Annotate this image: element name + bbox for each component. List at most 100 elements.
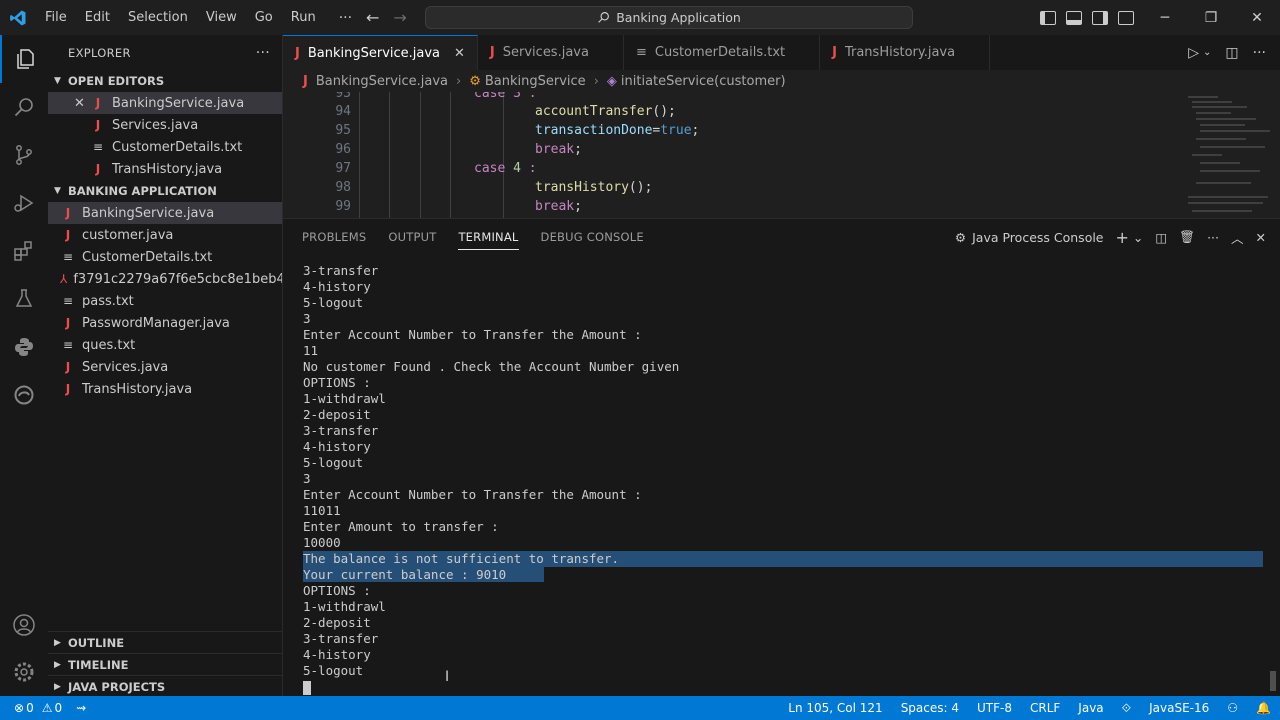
python-icon[interactable] bbox=[0, 323, 48, 371]
terminal-line: Enter Account Number to Transfer the Amo… bbox=[303, 487, 642, 502]
code-line[interactable]: 99 break; bbox=[283, 197, 1173, 216]
outline-section[interactable]: ▶ OUTLINE bbox=[48, 631, 283, 654]
java-file-icon: J bbox=[489, 45, 495, 60]
debug-icon[interactable]: ⇝ bbox=[76, 701, 86, 715]
file-tree-item[interactable]: J TransHistory.java bbox=[48, 378, 282, 400]
warning-icon[interactable]: ⚠ bbox=[42, 701, 53, 715]
error-count[interactable]: 0 bbox=[26, 701, 34, 715]
panel-tab-problems[interactable]: PROBLEMS bbox=[302, 219, 366, 255]
file-tree-item[interactable]: J BankingService.java bbox=[48, 202, 282, 224]
explorer-more-icon[interactable]: ··· bbox=[256, 45, 270, 61]
code-line[interactable]: 95 transactionDone=true; bbox=[283, 121, 1173, 140]
menu-selection[interactable]: Selection bbox=[119, 0, 197, 35]
error-icon[interactable]: ⊗ bbox=[14, 701, 24, 715]
tab-transhistory-java[interactable]: J TransHistory.java bbox=[820, 35, 991, 70]
menu-go[interactable]: Go bbox=[246, 0, 282, 35]
terminal-line: Your current balance : 9010 bbox=[303, 567, 1263, 583]
tab-services-java[interactable]: J Services.java bbox=[478, 35, 624, 70]
java-projects-section[interactable]: ▶ JAVA PROJECTS bbox=[48, 675, 283, 698]
terminal-scrollbar[interactable] bbox=[1270, 671, 1276, 691]
file-tree-item[interactable]: J Services.java bbox=[48, 356, 282, 378]
file-tree-item[interactable]: ≡ ques.txt bbox=[48, 334, 282, 356]
split-terminal-icon[interactable]: ◫ bbox=[1155, 230, 1167, 245]
java-file-icon: J bbox=[65, 228, 71, 242]
explorer-icon[interactable] bbox=[0, 35, 48, 83]
timeline-section[interactable]: ▶ TIMELINE bbox=[48, 653, 283, 676]
terminal-output[interactable]: 3-transfer 4-history 5-logout 3 Enter Accoun… bbox=[303, 263, 1263, 695]
open-editor-item[interactable]: J Services.java bbox=[48, 114, 282, 136]
command-center[interactable]: Banking Application bbox=[425, 6, 913, 29]
testing-flask-icon[interactable] bbox=[0, 275, 48, 323]
more-actions-icon[interactable]: ··· bbox=[1253, 45, 1266, 61]
account-icon[interactable] bbox=[0, 601, 48, 649]
cursor-position[interactable]: Ln 105, Col 121 bbox=[779, 701, 891, 715]
more-actions-icon[interactable]: ··· bbox=[1207, 230, 1219, 245]
warning-count[interactable]: 0 bbox=[54, 701, 62, 715]
chevron-down-icon[interactable]: ⌄ bbox=[1203, 47, 1211, 58]
panel-tab-output[interactable]: OUTPUT bbox=[388, 219, 436, 255]
tab-customerdetails-txt[interactable]: ≡ CustomerDetails.txt bbox=[624, 35, 821, 70]
breadcrumb-class[interactable]: BankingService bbox=[485, 74, 586, 89]
jdk-version[interactable]: JavaSE-16 bbox=[1140, 701, 1218, 715]
toggle-panel-icon[interactable] bbox=[1066, 10, 1082, 25]
menu-more-icon[interactable]: ··· bbox=[325, 10, 366, 26]
language-status-icon[interactable]: ⟐ bbox=[1113, 701, 1140, 716]
trash-icon[interactable]: 🗑 bbox=[1179, 229, 1195, 245]
run-icon[interactable]: ▷ bbox=[1188, 45, 1199, 61]
file-tree-item[interactable]: J PasswordManager.java bbox=[48, 312, 282, 334]
file-tree-item[interactable]: ≡ CustomerDetails.txt bbox=[48, 246, 282, 268]
restore-icon[interactable]: ❐ bbox=[1188, 0, 1234, 35]
chevron-down-icon[interactable]: ⌄ bbox=[1133, 230, 1143, 245]
open-editor-item[interactable]: ≡ CustomerDetails.txt bbox=[48, 136, 282, 158]
minimize-icon[interactable]: ─ bbox=[1142, 0, 1188, 35]
end-of-line[interactable]: CRLF bbox=[1021, 701, 1069, 715]
code-line[interactable]: 97 case 4 : bbox=[283, 159, 1173, 178]
menu-run[interactable]: Run bbox=[282, 0, 325, 35]
minimap[interactable] bbox=[1178, 92, 1270, 218]
split-editor-icon[interactable]: ◫ bbox=[1225, 45, 1238, 61]
toggle-secondary-sidebar-icon[interactable] bbox=[1092, 10, 1108, 25]
close-icon[interactable]: ✕ bbox=[74, 96, 90, 111]
panel-tab-debug-console[interactable]: DEBUG CONSOLE bbox=[541, 219, 644, 255]
source-control-icon[interactable] bbox=[0, 131, 48, 179]
panel-tab-terminal[interactable]: TERMINAL bbox=[458, 224, 519, 250]
menu-view[interactable]: View bbox=[197, 0, 246, 35]
banking-application-section[interactable]: ▼ BANKING APPLICATION bbox=[48, 180, 282, 202]
maximize-panel-icon[interactable]: ︿ bbox=[1231, 228, 1244, 247]
back-arrow-icon[interactable]: ← bbox=[366, 8, 379, 27]
indentation[interactable]: Spaces: 4 bbox=[892, 701, 968, 715]
customize-layout-icon[interactable] bbox=[1118, 10, 1134, 25]
new-terminal-icon[interactable]: + bbox=[1116, 228, 1129, 247]
file-tree-item[interactable]: ⅄ f3791c2279a67f6e5cbc8e1beb41... bbox=[48, 268, 282, 290]
code-line[interactable]: 98 transHistory(); bbox=[283, 178, 1173, 197]
notifications-bell-icon[interactable]: 🔔 bbox=[1247, 701, 1280, 715]
encoding[interactable]: UTF-8 bbox=[968, 701, 1021, 715]
code-editor[interactable]: 93 case 3 :94 accountTransfer(); 95 transact… bbox=[283, 92, 1280, 218]
menu-edit[interactable]: Edit bbox=[76, 0, 119, 35]
open-editors-section[interactable]: ▼ OPEN EDITORS bbox=[48, 70, 282, 92]
open-editor-item[interactable]: ✕ J BankingService.java bbox=[48, 92, 282, 114]
menu-file[interactable]: File bbox=[36, 0, 76, 35]
settings-gear-icon[interactable] bbox=[0, 648, 48, 696]
search-icon[interactable] bbox=[0, 83, 48, 131]
settings-gear-icon[interactable]: ⚙ bbox=[955, 230, 966, 245]
file-tree-item[interactable]: ≡ pass.txt bbox=[48, 290, 282, 312]
open-editor-item[interactable]: J TransHistory.java bbox=[48, 158, 282, 180]
run-debug-icon[interactable] bbox=[0, 179, 48, 227]
close-panel-icon[interactable]: ✕ bbox=[1256, 230, 1266, 245]
breadcrumb-file[interactable]: BankingService.java bbox=[316, 74, 448, 89]
tab-bankingservice-java[interactable]: J BankingService.java ✕ bbox=[283, 35, 478, 70]
close-window-icon[interactable]: ✕ bbox=[1234, 0, 1280, 35]
language-mode[interactable]: Java bbox=[1069, 701, 1112, 715]
file-tree-item[interactable]: Jcustomer.java bbox=[48, 224, 282, 246]
extensions-icon[interactable] bbox=[0, 227, 48, 275]
code-line[interactable]: 94 accountTransfer(); bbox=[283, 102, 1173, 121]
edge-browser-icon[interactable] bbox=[0, 371, 48, 419]
code-line[interactable]: 96 break; bbox=[283, 140, 1173, 159]
toggle-sidebar-icon[interactable] bbox=[1040, 10, 1056, 25]
terminal-name[interactable]: Java Process Console bbox=[972, 230, 1103, 245]
accounts-icon[interactable]: ⚇ bbox=[1218, 701, 1247, 715]
close-icon[interactable]: ✕ bbox=[454, 46, 465, 61]
breadcrumb-method[interactable]: initiateService(customer) bbox=[621, 74, 786, 89]
forward-arrow-icon[interactable]: → bbox=[393, 8, 406, 27]
